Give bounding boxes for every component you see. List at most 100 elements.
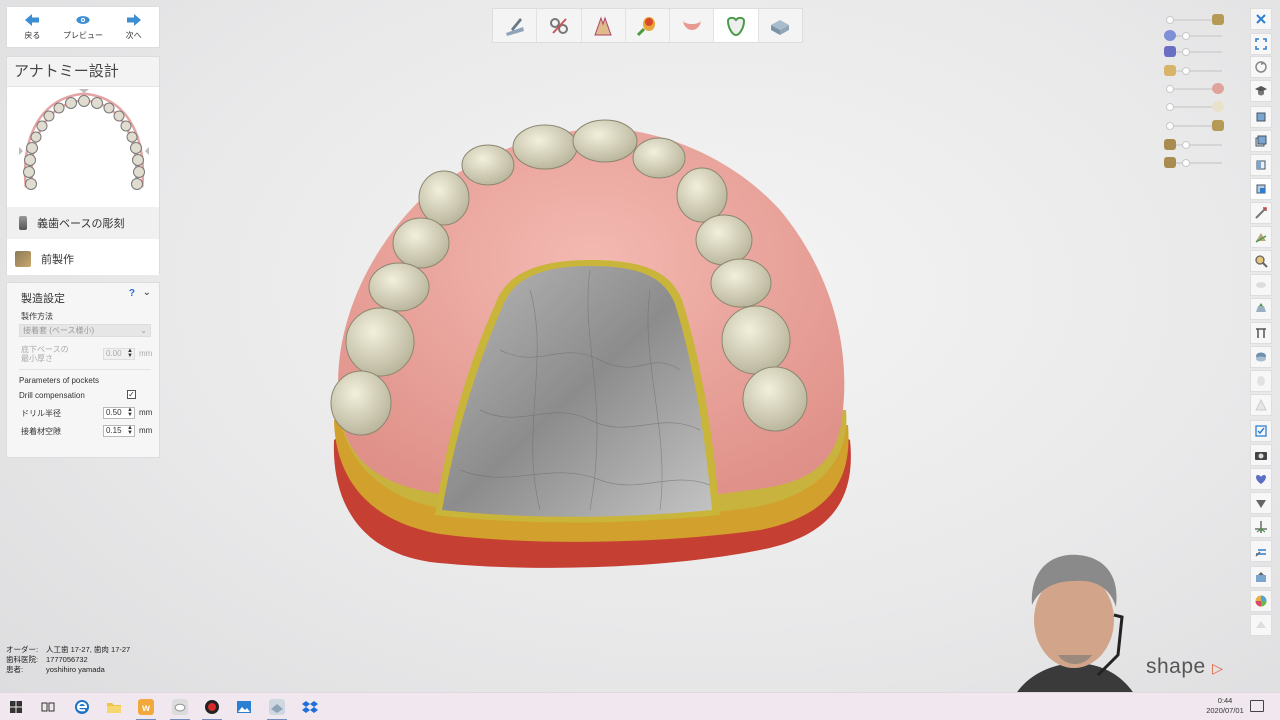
base-button[interactable]: [759, 9, 802, 42]
notification-icon[interactable]: [1250, 700, 1264, 712]
slider-thumb[interactable]: [1166, 103, 1174, 111]
brush-tool-button[interactable]: [626, 9, 671, 42]
measure-button[interactable]: [1250, 202, 1272, 224]
axis-icon: [1255, 521, 1267, 533]
slider-thumb[interactable]: [1182, 141, 1190, 149]
task-view-button[interactable]: [32, 693, 64, 720]
camera-button[interactable]: [1250, 444, 1272, 466]
spinner-icon[interactable]: ▲ ▼: [127, 407, 133, 418]
slider-thumb[interactable]: [1182, 48, 1190, 56]
view-iso-button[interactable]: [1250, 178, 1272, 200]
anatomy-tooth-button[interactable]: [714, 9, 759, 42]
recorder-button[interactable]: [196, 693, 228, 720]
slider-thumb[interactable]: [1182, 159, 1190, 167]
gingiva-button[interactable]: [670, 9, 715, 42]
view-side-button[interactable]: [1250, 154, 1272, 176]
articulator-button[interactable]: [1250, 298, 1272, 320]
explorer-button[interactable]: [98, 693, 130, 720]
scan-button[interactable]: [1250, 566, 1272, 588]
step-pre-manufacture[interactable]: 前製作: [7, 243, 159, 275]
min-thickness-input[interactable]: 0.00 ▲ ▼: [103, 348, 135, 360]
dropbox-icon: [302, 701, 318, 713]
back-button[interactable]: 戻る: [7, 7, 58, 47]
axis-button[interactable]: [1250, 516, 1272, 538]
model-app-button[interactable]: [261, 693, 293, 720]
arch-thumbnail[interactable]: [19, 89, 149, 195]
visibility-slider[interactable]: [1164, 45, 1222, 59]
visibility-slider[interactable]: [1164, 156, 1222, 170]
fullscreen-button[interactable]: [1250, 33, 1272, 55]
chevron-down-icon[interactable]: ⌄: [143, 287, 151, 298]
color-map-button[interactable]: [1250, 468, 1272, 490]
check-button[interactable]: [1250, 420, 1272, 442]
slider-thumb[interactable]: [1182, 32, 1190, 40]
brand-name: shape: [1146, 655, 1206, 678]
visibility-slider[interactable]: [1164, 82, 1224, 96]
rotate-icon: [1255, 61, 1267, 73]
cement-gap-input[interactable]: 0.15 ▲ ▼: [103, 425, 135, 437]
slider-thumb[interactable]: [1166, 16, 1174, 24]
disabled-tool-button[interactable]: [1250, 274, 1272, 296]
drill-radius-input[interactable]: 0.50 ▲ ▼: [103, 407, 135, 419]
method-select[interactable]: 接着套 (ベース様小) ⌄: [19, 324, 151, 337]
gingiva-icon: [682, 20, 701, 30]
visibility-slider[interactable]: [1164, 138, 1222, 152]
photos-button[interactable]: [228, 693, 260, 720]
model-app-icon: [269, 699, 285, 715]
view-front-button[interactable]: [1250, 106, 1272, 128]
trim-tool-button[interactable]: [537, 9, 582, 42]
drill-compensation-checkbox[interactable]: ✓: [127, 390, 136, 399]
edge-button[interactable]: [66, 693, 98, 720]
insertion-button[interactable]: [1250, 540, 1272, 562]
step-base-sculpt[interactable]: 義歯ベースの彫刻: [7, 207, 159, 239]
clip-plane-icon: [1255, 233, 1267, 243]
rotate-view-button[interactable]: [1250, 56, 1272, 78]
help-icon[interactable]: ?: [129, 288, 135, 299]
color-wheel-icon: [1255, 595, 1267, 607]
denture-3d-model[interactable]: [320, 110, 865, 575]
app-w-button[interactable]: w: [130, 693, 162, 720]
sculpt-tool-icon: [19, 216, 27, 230]
zoom-button[interactable]: [1250, 250, 1272, 272]
visibility-slider[interactable]: [1164, 100, 1224, 114]
visibility-slider[interactable]: [1164, 64, 1222, 78]
close-button[interactable]: [1250, 8, 1272, 30]
eye-icon: [76, 15, 90, 24]
clip-button[interactable]: [1250, 226, 1272, 248]
trim-tool-icon: [549, 17, 568, 34]
preview-button[interactable]: プレビュー: [58, 7, 109, 47]
disabled-tool-button[interactable]: [1250, 614, 1272, 636]
svg-text:w: w: [141, 703, 150, 714]
dropbox-button[interactable]: [294, 693, 326, 720]
start-button[interactable]: [0, 693, 32, 720]
manufacturing-settings-panel: 製造設定 ? ⌄ 製作方法 接着套 (ベース様小) ⌄ 底下ベースの 最小厚さ 0.…: [6, 282, 160, 458]
slider-thumb[interactable]: [1166, 122, 1174, 130]
slider-thumb[interactable]: [1166, 85, 1174, 93]
learn-button[interactable]: [1250, 80, 1272, 102]
slider-thumb[interactable]: [1182, 67, 1190, 75]
scan-tool-button[interactable]: [493, 9, 538, 42]
visibility-slider[interactable]: [1164, 13, 1224, 27]
folder-icon: [107, 703, 121, 713]
occlusion-button[interactable]: [1250, 346, 1272, 368]
unit-label: mm: [139, 349, 153, 358]
dental-system-button[interactable]: [164, 693, 196, 720]
ruler-icon: [1255, 207, 1267, 219]
base-icon: [771, 19, 790, 35]
section-button[interactable]: [1250, 322, 1272, 344]
system-clock[interactable]: 0:44 2020/07/01: [1195, 696, 1255, 716]
next-button[interactable]: 次へ: [108, 7, 159, 47]
visibility-slider[interactable]: [1164, 29, 1222, 43]
anatomy-view-button[interactable]: [1250, 492, 1272, 514]
brand-triangle-icon: ▷: [1212, 660, 1224, 676]
view-top-button[interactable]: [1250, 130, 1272, 152]
slider-track: [1170, 35, 1222, 37]
color-picker-button[interactable]: [1250, 590, 1272, 612]
model-icon: [1212, 14, 1224, 25]
visibility-slider[interactable]: [1164, 119, 1224, 133]
warning-button[interactable]: [1250, 394, 1272, 416]
spinner-icon[interactable]: ▲ ▼: [127, 425, 133, 436]
transparency-button[interactable]: [1250, 370, 1272, 392]
settings-title: 製造設定: [21, 293, 65, 305]
teeth-setup-button[interactable]: [582, 9, 626, 42]
